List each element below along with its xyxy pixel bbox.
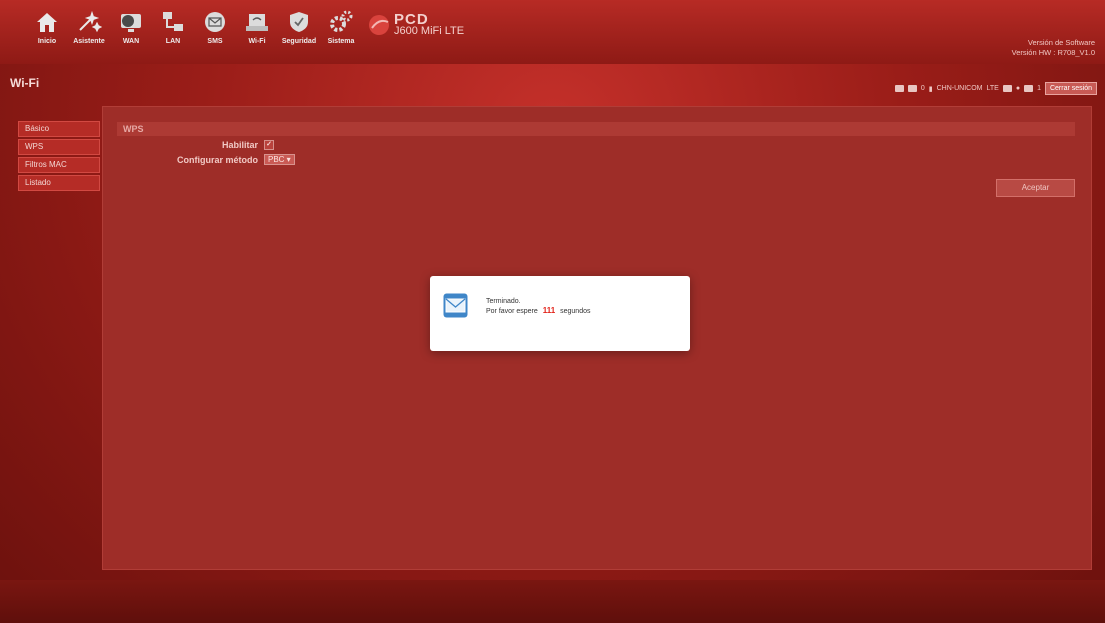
dialog-message: Terminado. Por favor espere 111 segundos [486,297,590,316]
nav-sms[interactable]: SMS [196,8,234,52]
enable-row: Habilitar ✓ [103,140,274,150]
operator-name: CHN-UNICOM [936,85,983,92]
sim-icon [1002,85,1012,92]
enable-checkbox[interactable]: ✓ [264,140,274,150]
finished-text: Terminado. [486,298,521,305]
footer-bar [0,580,1105,623]
wait-dialog: Terminado. Por favor espere 111 segundos [430,276,690,351]
home-icon [37,13,57,32]
wifi-icon [246,14,268,31]
logout-button[interactable]: Cerrar sesión [1044,82,1097,95]
brand-logo: PCD J600 MiFi LTE [368,12,465,37]
message-icon [907,85,917,92]
globe-monitor-icon [121,14,141,32]
hw-version: Versión HW : R708_V1.0 [1011,48,1095,57]
nav-label: Seguridad [281,38,317,45]
nav-wifi[interactable]: Wi-Fi [238,8,276,52]
logo-swoosh-icon [369,15,389,35]
signal-count: 0 [920,85,925,92]
sidebar-item-listado[interactable]: Listado [18,175,100,191]
battery-icon [894,85,904,92]
nav-sistema[interactable]: Sistema [322,8,360,52]
nav-seguridad[interactable]: Seguridad [280,8,318,52]
shield-icon [290,12,308,32]
sidebar: Básico WPS Filtros MAC Listado [18,121,100,193]
sidebar-item-basico[interactable]: Básico [18,121,100,137]
nav-inicio[interactable]: Inicio [28,8,66,52]
nav-label: Asistente [73,38,105,45]
software-version: Versión de Software [1027,38,1095,47]
nav-label: Sistema [327,38,355,45]
top-navigation-bar: Inicio Asistente WAN LAN SMS Wi-Fi Segur… [0,0,1105,64]
section-title: WPS [117,122,1075,136]
countdown-seconds: 111 [542,306,556,315]
page-title: Wi-Fi [10,76,40,90]
nav-label: Wi-Fi [248,38,266,45]
envelope-icon [205,12,225,32]
wand-icon [79,10,102,33]
accept-button[interactable]: Aceptar [996,179,1075,197]
method-label: Configurar método [177,154,258,165]
method-row: Configurar método PBC ▾ [103,154,295,165]
nav-asistente[interactable]: Asistente [70,8,108,52]
enable-label: Habilitar [221,140,258,150]
nav-label: SMS [207,38,223,45]
version-info: Versión de Software Versión HW : R708_V1… [1012,38,1095,58]
nav-label: Inicio [37,38,57,45]
sidebar-item-filtros-mac[interactable]: Filtros MAC [18,157,100,173]
main-nav: Inicio Asistente WAN LAN SMS Wi-Fi Segur… [28,8,360,52]
signal-icon: ▮ [928,85,933,93]
nav-wan[interactable]: WAN [112,8,150,52]
wifi-clients-icon [1024,85,1034,92]
wait-text: Por favor espere 111 segundos [486,306,590,316]
envelope-icon [443,293,468,318]
method-select[interactable]: PBC ▾ [264,154,295,165]
nav-lan[interactable]: LAN [154,8,192,52]
nav-label: LAN [165,38,181,45]
nav-label: WAN [122,38,140,45]
wait-prefix: Por favor espere [486,308,538,315]
network-type: LTE [986,85,999,92]
brand-model: J600 MiFi LTE [394,25,465,37]
globe-icon: ● [1015,85,1021,92]
clients-count: 1 [1037,85,1041,92]
network-icon [163,12,183,31]
status-bar: 0 ▮ CHN-UNICOM LTE ● 1 Cerrar sesión [894,82,1097,95]
gears-icon [330,10,353,32]
wait-suffix: segundos [560,308,591,315]
sidebar-item-wps[interactable]: WPS [18,139,100,155]
